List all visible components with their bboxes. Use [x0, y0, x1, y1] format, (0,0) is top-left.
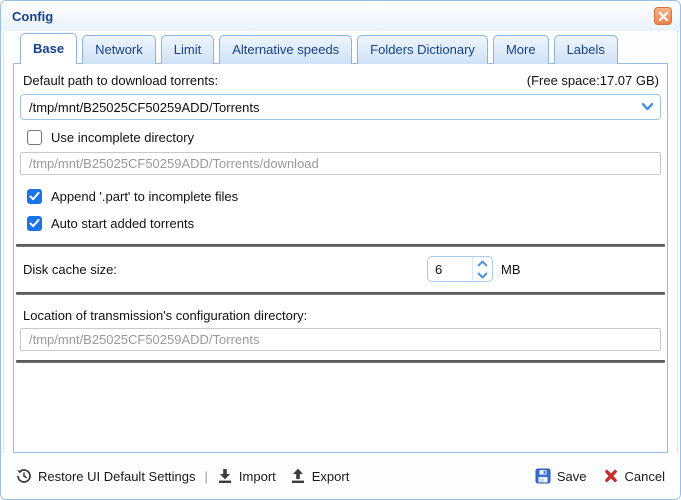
tab-strip: Base Network Limit Alternative speeds Fo…	[1, 31, 680, 63]
restore-defaults-button[interactable]: Restore UI Default Settings	[16, 468, 196, 484]
default-path-combobox[interactable]	[20, 94, 661, 120]
free-space-label: (Free space:17.07 GB)	[527, 73, 659, 88]
use-incomplete-row: Use incomplete directory	[27, 129, 667, 146]
import-button[interactable]: Import	[217, 468, 276, 484]
export-button[interactable]: Export	[290, 468, 350, 484]
default-path-input[interactable]	[21, 100, 634, 115]
chevron-down-icon	[477, 272, 488, 279]
base-tab-panel: Default path to download torrents: (Free…	[13, 63, 668, 453]
disk-cache-row: Disk cache size: MB	[23, 256, 661, 282]
import-download-icon	[217, 468, 233, 484]
save-label: Save	[557, 469, 587, 484]
spinner-down-button[interactable]	[473, 269, 492, 281]
tab-limit[interactable]: Limit	[161, 35, 214, 64]
append-part-row: Append '.part' to incomplete files	[27, 188, 667, 205]
chevron-up-icon	[477, 260, 488, 267]
export-label: Export	[312, 469, 350, 484]
panel-spacer	[14, 363, 667, 452]
spinner-buttons	[472, 257, 492, 281]
save-button[interactable]: Save	[535, 468, 587, 484]
tab-network[interactable]: Network	[82, 35, 156, 64]
check-icon	[29, 192, 40, 201]
append-part-label[interactable]: Append '.part' to incomplete files	[51, 189, 238, 204]
disk-cache-label: Disk cache size:	[23, 262, 427, 277]
config-dir-label: Location of transmission's configuration…	[23, 308, 307, 323]
tab-base[interactable]: Base	[20, 33, 77, 64]
cancel-label: Cancel	[625, 469, 665, 484]
cancel-button[interactable]: Cancel	[603, 468, 665, 484]
tab-folders-dictionary[interactable]: Folders Dictionary	[357, 35, 488, 64]
separator	[16, 292, 665, 295]
auto-start-row: Auto start added torrents	[27, 215, 667, 232]
tab-more[interactable]: More	[493, 35, 549, 64]
footer: Restore UI Default Settings | Import	[1, 453, 680, 499]
tab-labels[interactable]: Labels	[554, 35, 618, 64]
config-dir-input	[21, 332, 660, 347]
chevron-down-icon	[641, 102, 654, 112]
use-incomplete-checkbox[interactable]	[27, 130, 42, 145]
disk-cache-unit: MB	[501, 262, 521, 277]
separator	[16, 244, 665, 247]
combobox-dropdown-trigger[interactable]	[634, 95, 660, 119]
titlebar: Config	[1, 1, 680, 31]
incomplete-dir-input	[21, 156, 660, 171]
tab-alternative-speeds[interactable]: Alternative speeds	[219, 35, 352, 64]
auto-start-checkbox[interactable]	[27, 216, 42, 231]
close-icon	[659, 12, 668, 21]
disk-cache-input[interactable]	[428, 257, 472, 281]
config-dir-field	[20, 328, 661, 351]
spinner-up-button[interactable]	[473, 257, 492, 269]
disk-cache-spinner[interactable]	[427, 256, 493, 282]
export-upload-icon	[290, 468, 306, 484]
restore-history-icon	[16, 468, 32, 484]
close-button[interactable]	[654, 7, 672, 25]
use-incomplete-label[interactable]: Use incomplete directory	[51, 130, 194, 145]
import-label: Import	[239, 469, 276, 484]
check-icon	[29, 219, 40, 228]
cancel-x-icon	[603, 468, 619, 484]
dialog-title: Config	[12, 9, 654, 24]
default-path-label: Default path to download torrents:	[23, 73, 218, 88]
footer-divider: |	[205, 469, 208, 484]
restore-defaults-label: Restore UI Default Settings	[38, 469, 196, 484]
save-floppy-icon	[535, 468, 551, 484]
append-part-checkbox[interactable]	[27, 189, 42, 204]
incomplete-dir-field	[20, 152, 661, 175]
auto-start-label[interactable]: Auto start added torrents	[51, 216, 194, 231]
config-dialog: Config Base Network Limit Alternative sp…	[0, 0, 681, 500]
